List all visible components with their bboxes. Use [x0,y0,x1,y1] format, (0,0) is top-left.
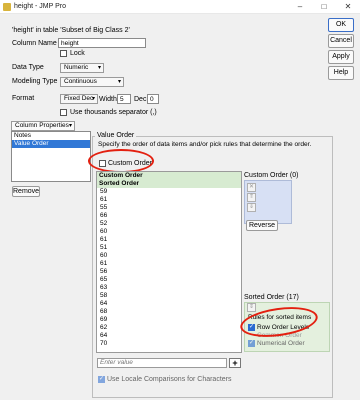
format-select[interactable]: Fixed Dec [60,94,98,104]
column-info-dialog: 'height' in table 'Subset of Big Class 2… [0,14,360,400]
list-item[interactable]: 51 [97,244,241,252]
format-label: Format [12,95,35,102]
list-item[interactable]: 62 [97,324,241,332]
column-name-label: Column Name [12,40,57,47]
move-down-icon[interactable]: ⇓ [247,203,256,212]
list-item[interactable]: 61 [97,260,241,268]
reverse-button[interactable]: Reverse [246,220,278,231]
list-header-sorted-order: Sorted Order [97,180,241,188]
property-item-value-order[interactable]: Value Order [12,140,90,148]
modeling-type-label: Modeling Type [12,78,58,85]
list-item[interactable]: 60 [97,252,241,260]
list-item[interactable]: 66 [97,212,241,220]
value-rows: 59 61 55 66 52 60 61 51 60 61 56 65 63 58 64 68 69 62 64 70 [97,188,241,348]
cancel-button[interactable]: Cancel [328,34,354,48]
numerical-order-checkbox[interactable] [248,339,255,347]
move-up-icon[interactable]: ⇑ [247,193,256,202]
value-order-title: Value Order [95,132,137,139]
column-properties-dropdown[interactable]: Column Properties [11,121,75,131]
jmp-app-icon [3,3,11,11]
list-item[interactable]: 61 [97,196,241,204]
remove-button[interactable]: Remove [12,186,40,197]
maximize-button[interactable]: □ [312,0,336,14]
thousands-separator-label: Use thousands separator (,) [70,109,157,116]
window-title: height - JMP Pro [14,3,67,10]
annotation-circle-custom-order [88,149,154,173]
add-value-button[interactable]: + [229,358,241,368]
list-item[interactable]: 69 [97,316,241,324]
data-type-select[interactable]: Numeric [60,63,104,73]
list-item[interactable]: 64 [97,332,241,340]
list-item[interactable]: 56 [97,268,241,276]
delete-item-icon[interactable]: ✕ [247,183,256,192]
value-order-list[interactable]: Custom Order Sorted Order 59 61 55 66 52 60 61… [96,171,242,353]
modeling-type-select[interactable]: Continuous [60,77,124,87]
list-item[interactable]: 70 [97,340,241,348]
value-order-hint: Specify the order of data items and/or p… [98,141,312,148]
locale-comparisons-label: Use Locale Comparisons for Characters [107,376,232,383]
help-button[interactable]: Help [328,66,354,80]
list-item[interactable]: 68 [97,308,241,316]
title-bar: height - JMP Pro – □ ✕ [0,0,360,14]
custom-order-count: Custom Order (0) [244,172,299,179]
list-item[interactable]: 65 [97,276,241,284]
thousands-separator-checkbox[interactable] [60,109,67,116]
width-label: Width [99,96,117,103]
dec-input[interactable]: 0 [147,94,159,104]
window-controls: – □ ✕ [288,0,360,14]
list-item[interactable]: 58 [97,292,241,300]
close-window-button[interactable]: ✕ [336,0,360,14]
property-item-notes[interactable]: Notes [12,132,90,140]
custom-order-box[interactable]: ✕ ⇑ ⇓ [244,180,292,224]
list-item[interactable]: 61 [97,236,241,244]
width-input[interactable]: 5 [117,94,131,104]
dec-label: Dec [134,96,147,103]
sort-icon[interactable]: ⇕ [247,303,256,312]
column-properties-list: Notes Value Order [11,131,91,182]
minimize-button[interactable]: – [288,0,312,14]
ok-button[interactable]: OK [328,18,354,32]
list-header-custom-order: Custom Order [97,172,241,180]
lock-label: Lock [70,50,85,57]
column-name-input[interactable]: height [58,38,146,48]
list-item[interactable]: 55 [97,204,241,212]
data-type-label: Data Type [12,64,44,71]
locale-comparisons-checkbox[interactable] [98,375,105,383]
sorted-order-count: Sorted Order (17) [244,294,299,301]
list-item[interactable]: 63 [97,284,241,292]
lock-checkbox[interactable] [60,50,67,57]
list-item[interactable]: 60 [97,228,241,236]
apply-button[interactable]: Apply [328,50,354,64]
numerical-order-label: Numerical Order [257,340,305,347]
context-line: 'height' in table 'Subset of Big Class 2… [12,27,130,34]
enter-value-input[interactable]: Enter value [97,358,227,368]
list-item[interactable]: 64 [97,300,241,308]
list-item[interactable]: 52 [97,220,241,228]
list-item[interactable]: 59 [97,188,241,196]
